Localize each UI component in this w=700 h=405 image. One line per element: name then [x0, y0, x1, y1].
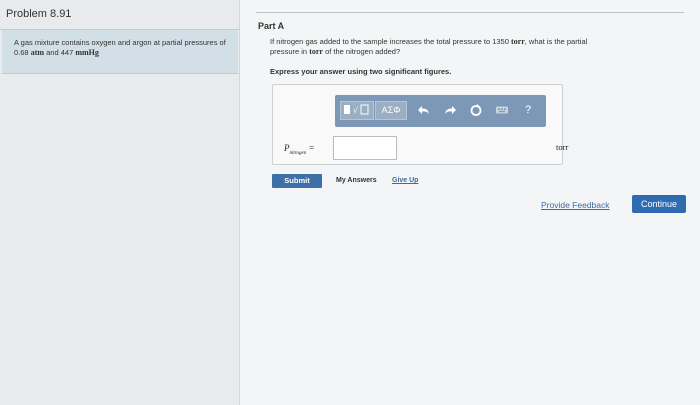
question-line1-b: , what is the partial — [524, 37, 588, 46]
undo-icon[interactable] — [417, 103, 431, 117]
problem-statement-mid: and 447 — [46, 48, 74, 57]
reset-icon[interactable] — [469, 103, 483, 117]
answer-variable: Pnitrogen = — [284, 143, 315, 156]
template-glyph: √ — [344, 104, 369, 115]
unit-torr-2: torr — [309, 47, 323, 56]
question-line2-a: pressure in — [270, 47, 308, 56]
my-answers-link[interactable]: My Answers — [336, 177, 377, 184]
unit-torr: torr — [511, 37, 525, 46]
provide-feedback-link[interactable]: Provide Feedback — [541, 200, 610, 210]
question-line1-a: If nitrogen gas added to the sample incr… — [270, 37, 509, 46]
problem-statement-box[interactable]: A gas mixture contains oxygen and argon … — [2, 30, 238, 74]
help-icon[interactable]: ? — [521, 103, 535, 117]
svg-text:√: √ — [353, 106, 359, 115]
part-divider — [256, 12, 684, 13]
template-icon[interactable]: √ — [340, 101, 374, 120]
problem-statement: A gas mixture contains oxygen and argon … — [14, 38, 229, 58]
equals-sign: = — [308, 143, 315, 153]
keyboard-icon[interactable] — [495, 103, 509, 117]
instruction-text: Express your answer using two significan… — [270, 67, 452, 76]
continue-button[interactable]: Continue — [632, 195, 686, 213]
part-label: Part A — [258, 21, 285, 31]
question-text: If nitrogen gas added to the sample incr… — [270, 37, 680, 57]
math-toolbar: √ ΑΣΦ ? — [335, 95, 546, 127]
problem-sidebar: Problem 8.91 A gas mixture contains oxyg… — [0, 0, 240, 405]
greek-symbols-button[interactable]: ΑΣΦ — [375, 101, 407, 120]
question-line2-b: of the nitrogen added? — [325, 47, 401, 56]
submit-button[interactable]: Submit — [272, 174, 322, 188]
unit-atm: atm — [30, 48, 45, 57]
unit-mmhg: mmHg — [75, 48, 99, 57]
answer-input[interactable] — [333, 136, 397, 160]
problem-title: Problem 8.91 — [6, 8, 72, 20]
variable-subscript: nitrogen — [289, 150, 307, 156]
answer-unit: torr — [556, 142, 569, 152]
redo-icon[interactable] — [443, 103, 457, 117]
give-up-link[interactable]: Give Up — [392, 177, 418, 184]
